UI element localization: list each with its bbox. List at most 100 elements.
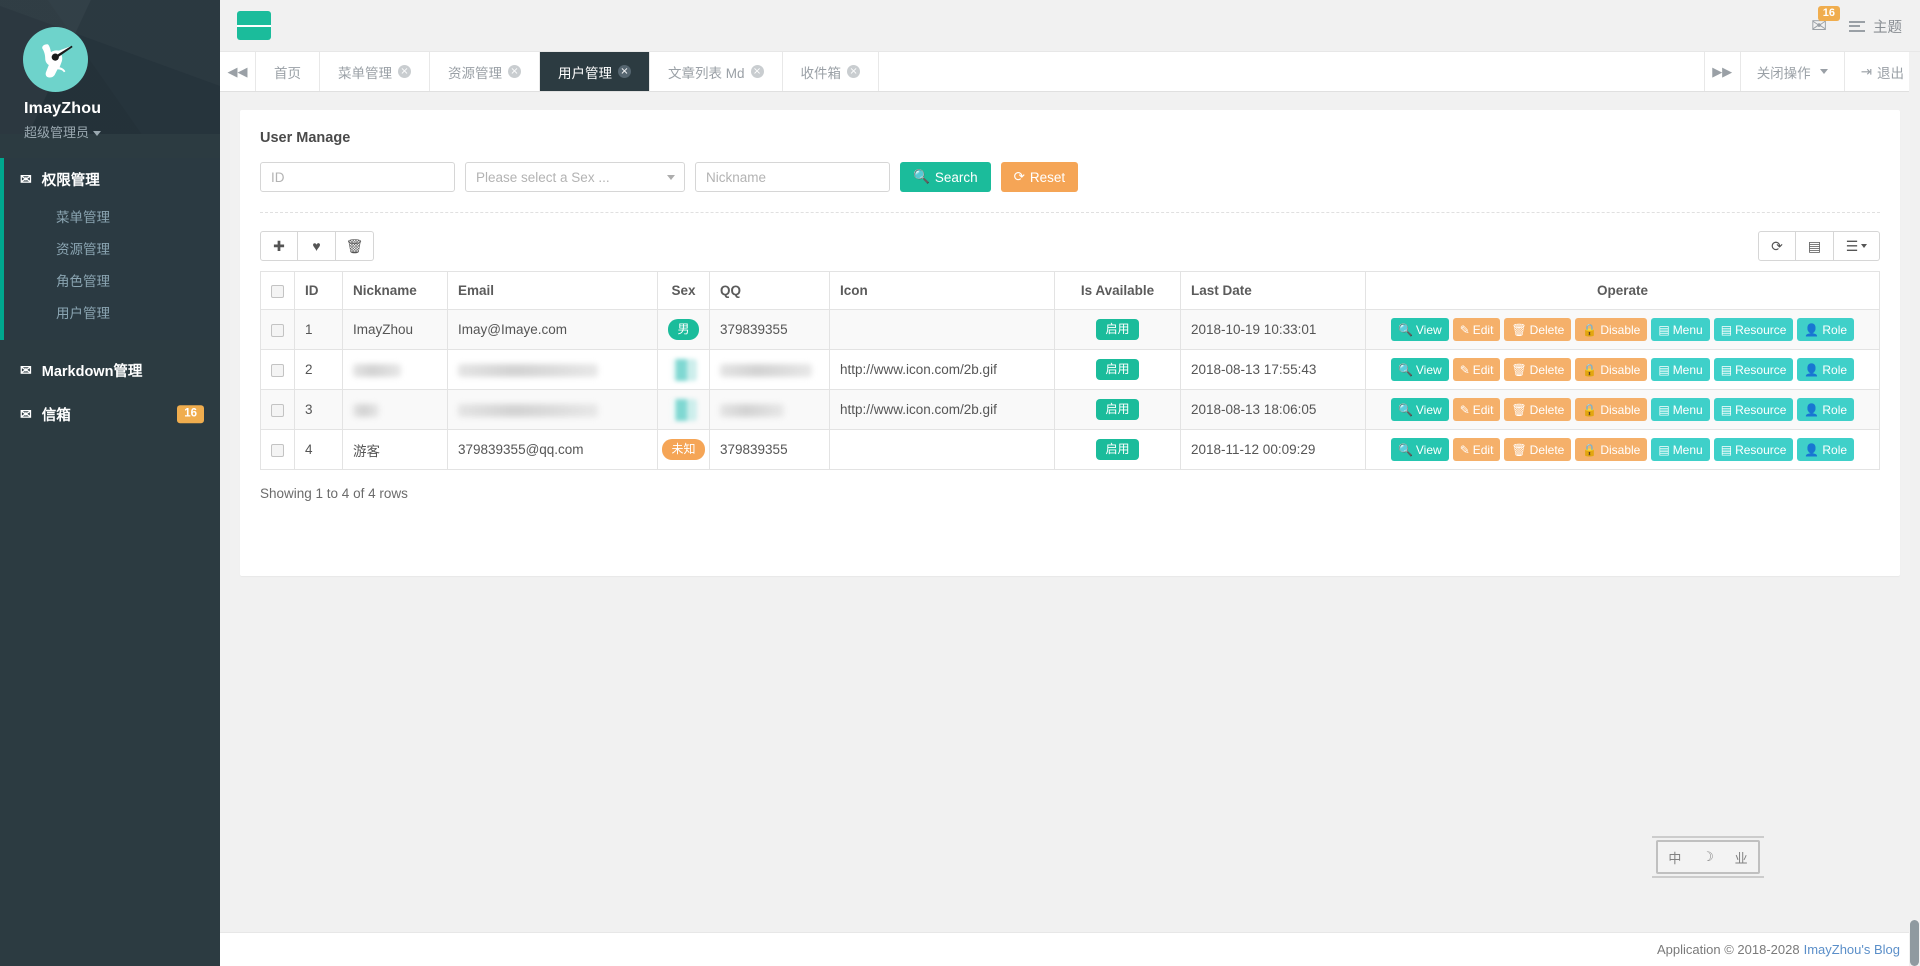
ime-indicator[interactable]: 中 ☽ 业 xyxy=(1652,836,1764,878)
tabs-container: 首页 菜单管理 × 资源管理 × 用户管理 × 文章列表 Md × 收件箱 × xyxy=(256,52,1704,91)
search-id-input[interactable] xyxy=(260,162,455,192)
table-row[interactable]: 3 http://www.icon.com/2b.gif 启用 2018-08-… xyxy=(260,389,1880,430)
role-button[interactable]: 👤 Role xyxy=(1797,438,1855,461)
sidebar-item-mailbox[interactable]: ✉ 信箱 16 xyxy=(0,392,220,436)
disable-button[interactable]: 🔒 Disable xyxy=(1575,358,1648,381)
role-button[interactable]: 👤 Role xyxy=(1797,398,1855,421)
avatar[interactable] xyxy=(23,27,88,92)
main-area: ✉ 16 主题 ◀◀ 首页 菜单管理 × 资源管理 × 用户管理 × 文章列表 … xyxy=(220,0,1920,966)
menu-button[interactable]: ▤ Menu xyxy=(1651,318,1710,341)
delete-button[interactable]: 🗑 Delete xyxy=(1504,398,1572,421)
view-button[interactable]: 🔍 View xyxy=(1390,398,1449,421)
tabs-scroll-left-icon[interactable]: ◀◀ xyxy=(220,52,256,91)
disable-button[interactable]: 🔒 Disable xyxy=(1575,438,1648,461)
tab-user-manage[interactable]: 用户管理 × xyxy=(540,52,650,91)
hamburger-bar xyxy=(237,24,249,27)
search-button[interactable]: 🔍 Search xyxy=(900,162,991,192)
search-nickname-input[interactable] xyxy=(695,162,890,192)
sidebar-user-role[interactable]: 超级管理员 xyxy=(24,122,102,141)
sidebar-item-markdown[interactable]: ✉ Markdown管理 xyxy=(0,348,220,392)
page-scrollbar[interactable] xyxy=(1909,52,1920,966)
menu-button[interactable]: ▤ Menu xyxy=(1651,438,1710,461)
col-header-is-available[interactable]: Is Available xyxy=(1054,271,1181,310)
row-checkbox[interactable] xyxy=(271,403,284,417)
table-row[interactable]: 4 游客 379839355@qq.com 未知 379839355 启用 20… xyxy=(260,429,1880,470)
disable-button[interactable]: 🔒 Disable xyxy=(1575,398,1648,421)
col-header-icon[interactable]: Icon xyxy=(829,271,1055,310)
ime-moon-icon[interactable]: ☽ xyxy=(1702,849,1714,865)
sidebar-item-resource-manage[interactable]: 资源管理 xyxy=(4,232,220,264)
table-row[interactable]: 2 http://www.icon.com/2b.gif 启用 2018-08-… xyxy=(260,349,1880,390)
row-checkbox[interactable] xyxy=(271,323,284,337)
edit-button[interactable]: ✎ Edit xyxy=(1452,318,1501,341)
col-header-sex[interactable]: Sex xyxy=(657,271,710,310)
edit-button[interactable]: ✎ Edit xyxy=(1452,398,1501,421)
col-header-qq[interactable]: QQ xyxy=(709,271,830,310)
cell-email xyxy=(447,349,658,390)
col-header-operate[interactable]: Operate xyxy=(1365,271,1880,310)
col-header-last-date[interactable]: Last Date xyxy=(1180,271,1366,310)
hamburger-icon[interactable] xyxy=(237,11,271,40)
sidebar-item-menu-manage[interactable]: 菜单管理 xyxy=(4,200,220,232)
columns-icon[interactable]: ☰ xyxy=(1834,231,1880,261)
role-button[interactable]: 👤 Role xyxy=(1797,318,1855,341)
tab-menu-manage[interactable]: 菜单管理 × xyxy=(320,52,430,91)
sidebar-item-user-manage[interactable]: 用户管理 xyxy=(4,296,220,328)
mail-button[interactable]: ✉ 16 xyxy=(1811,5,1840,36)
list-view-icon[interactable]: ▤ xyxy=(1796,231,1834,261)
tab-inbox[interactable]: 收件箱 × xyxy=(782,52,880,91)
reset-button[interactable]: ⟳ Reset xyxy=(1000,162,1079,192)
heart-icon[interactable]: ♥ xyxy=(298,231,336,261)
col-header-email[interactable]: Email xyxy=(447,271,658,310)
view-button[interactable]: 🔍 View xyxy=(1390,358,1449,381)
sex-badge: 男 xyxy=(668,319,699,340)
view-button[interactable]: 🔍 View xyxy=(1390,438,1449,461)
resource-button[interactable]: ▤ Resource xyxy=(1713,438,1794,461)
close-icon[interactable]: × xyxy=(508,65,521,78)
plus-icon[interactable]: ✚ xyxy=(260,231,298,261)
resource-button[interactable]: ▤ Resource xyxy=(1713,358,1794,381)
role-button[interactable]: 👤 Role xyxy=(1797,358,1855,381)
pagination-summary: Showing 1 to 4 of 4 rows xyxy=(260,486,408,501)
view-button[interactable]: 🔍 View xyxy=(1390,318,1449,341)
menu-button[interactable]: ▤ Menu xyxy=(1651,358,1710,381)
page-scrollbar-thumb[interactable] xyxy=(1910,920,1919,966)
col-header-nickname[interactable]: Nickname xyxy=(342,271,448,310)
search-sex-select[interactable]: Please select a Sex ... xyxy=(465,162,685,192)
refresh-icon[interactable]: ⟳ xyxy=(1758,231,1796,261)
select-all-checkbox[interactable] xyxy=(271,284,284,298)
col-header-id[interactable]: ID xyxy=(294,271,343,310)
close-operations-button[interactable]: 关闭操作 xyxy=(1739,52,1844,91)
delete-button[interactable]: 🗑 Delete xyxy=(1504,318,1572,341)
tab-article-list-md[interactable]: 文章列表 Md × xyxy=(650,52,783,91)
sidebar-item-permission[interactable]: ✉ 权限管理 xyxy=(4,158,220,200)
menu-button-label: Menu xyxy=(1672,362,1703,377)
refresh-glyph: ⟳ xyxy=(1771,237,1783,254)
menu-button[interactable]: ▤ Menu xyxy=(1651,398,1710,421)
table-row[interactable]: 1 ImayZhou Imay@Imaye.com 男 379839355 启用… xyxy=(260,309,1880,350)
tab-resource-manage[interactable]: 资源管理 × xyxy=(430,52,540,91)
close-icon[interactable]: × xyxy=(618,65,631,78)
edit-button[interactable]: ✎ Edit xyxy=(1452,358,1501,381)
resource-button[interactable]: ▤ Resource xyxy=(1713,398,1794,421)
footer-blog-link[interactable]: ImayZhou's Blog xyxy=(1804,942,1900,957)
edit-button[interactable]: ✎ Edit xyxy=(1452,438,1501,461)
close-icon[interactable]: × xyxy=(750,65,764,78)
ime-mode-label[interactable]: 中 xyxy=(1668,848,1681,867)
search-sex-select-box[interactable]: Please select a Sex ... xyxy=(465,162,685,192)
tabs-scroll-right-icon[interactable]: ▶▶ xyxy=(1703,52,1740,91)
resource-button[interactable]: ▤ Resource xyxy=(1713,318,1794,341)
theme-button[interactable]: 主题 xyxy=(1849,16,1902,37)
sidebar-item-role-manage[interactable]: 角色管理 xyxy=(4,264,220,296)
close-icon[interactable]: × xyxy=(398,65,411,78)
ime-extra-icon[interactable]: 业 xyxy=(1735,848,1748,867)
trash-icon[interactable]: 🗑 xyxy=(336,231,374,261)
tab-home[interactable]: 首页 xyxy=(256,52,320,91)
redacted-value xyxy=(458,363,598,377)
delete-button[interactable]: 🗑 Delete xyxy=(1504,358,1572,381)
close-icon[interactable]: × xyxy=(847,65,861,78)
delete-button[interactable]: 🗑 Delete xyxy=(1504,438,1572,461)
disable-button[interactable]: 🔒 Disable xyxy=(1575,318,1648,341)
row-checkbox[interactable] xyxy=(271,363,284,377)
row-checkbox[interactable] xyxy=(271,443,284,457)
